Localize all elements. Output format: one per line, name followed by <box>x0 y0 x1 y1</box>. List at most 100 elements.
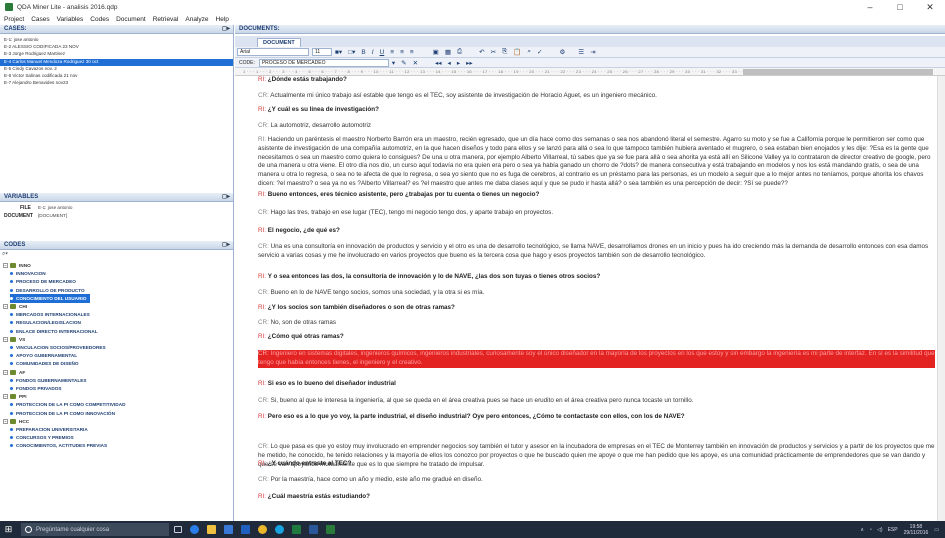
code-remove-icon[interactable]: ✕ <box>413 59 418 67</box>
italic-icon[interactable]: I <box>372 49 374 56</box>
interviewer-turn[interactable]: RI: Si eso es lo bueno del diseñador ind… <box>258 380 935 389</box>
collapse-icon[interactable]: − <box>3 336 8 342</box>
qdaminer-icon[interactable] <box>322 521 339 538</box>
skype-icon[interactable] <box>271 521 288 538</box>
underline-icon[interactable]: U <box>380 49 385 56</box>
find-icon[interactable]: ⌕ <box>527 48 531 56</box>
menu-analyze[interactable]: Analyze <box>185 16 208 23</box>
last-icon[interactable]: ▸▸ <box>466 59 473 67</box>
collapse-icon[interactable]: − <box>3 304 8 309</box>
respondent-turn[interactable]: CR: Si, bueno al que le interesa la inge… <box>258 397 935 406</box>
edge-icon[interactable] <box>186 521 203 538</box>
next-icon[interactable]: ▸ <box>457 59 460 67</box>
menu-variables[interactable]: Variables <box>57 16 84 23</box>
respondent-turn[interactable]: CR: Hago las tres, trabajo en ese lugar … <box>258 209 935 218</box>
word-icon[interactable] <box>305 521 322 538</box>
menu-codes[interactable]: Codes <box>90 16 109 23</box>
align-right-icon[interactable]: ≡ <box>410 49 414 56</box>
network-icon[interactable]: ◔ <box>869 527 872 533</box>
code-item[interactable]: CONOCIMIENTOS, ACTITUDES PREVIAS <box>10 441 107 450</box>
code-select[interactable]: PROCESO DE MERCADEO <box>258 58 389 67</box>
notifications-icon[interactable]: ▭ <box>934 527 939 533</box>
interviewer-turn[interactable]: RI: ¿Cuál maestría estás estudiando? <box>258 493 935 502</box>
interviewer-turn[interactable]: RI: ¿Y los socios son también diseñadore… <box>258 304 935 313</box>
interviewer-turn[interactable]: RI: Bueno entonces, eres técnico asisten… <box>258 191 935 200</box>
menu-help[interactable]: Help <box>216 16 229 23</box>
paste-icon[interactable]: 📋 <box>513 48 521 56</box>
interviewer-turn[interactable]: RI: ¿Dónde estás trabajando? <box>258 76 935 85</box>
tab-document[interactable]: DOCUMENT <box>257 38 301 47</box>
bold-icon[interactable]: B <box>361 49 365 56</box>
menu-document[interactable]: Document <box>116 16 146 23</box>
case-item[interactable]: E-4 Carlos Manuel Mendoza Rodriguez 30 o… <box>0 58 233 66</box>
interviewer-turn[interactable]: RI: Y o sea entonces las dos, la consult… <box>258 273 935 282</box>
case-item[interactable]: E-1: jose antonio <box>4 37 38 44</box>
interviewer-turn[interactable]: RI: ¿Y cuál es su línea de investigación… <box>258 106 935 115</box>
respondent-turn[interactable]: CR: Una es una consultoría en innovación… <box>258 243 935 261</box>
undo-icon[interactable]: ↶ <box>479 48 484 56</box>
document-text[interactable]: RI: ¿Dónde estás trabajando? CR: Actualme… <box>235 76 937 521</box>
align-center-icon[interactable]: ≡ <box>400 49 404 56</box>
pin-icon[interactable]: ◻▸ <box>222 193 230 202</box>
codes-search-icon[interactable]: ⌕▾ <box>2 251 8 258</box>
image-icon[interactable]: ▣ <box>433 48 439 56</box>
windows-start-icon[interactable]: ⊞ <box>0 521 17 538</box>
file-value[interactable]: E-1: jose antonio <box>38 205 72 210</box>
code-apply-icon[interactable]: ✎ <box>401 59 406 67</box>
interviewer-turn[interactable]: RI: ¿Cómo qué otras ramas? <box>258 333 935 342</box>
maximize-button[interactable]: □ <box>885 0 915 14</box>
font-size-select[interactable]: 11 <box>312 48 332 56</box>
copy-icon[interactable]: ⎘ <box>502 48 507 56</box>
chrome-icon[interactable] <box>254 521 271 538</box>
prev-icon[interactable]: ◂ <box>448 59 451 67</box>
menu-retrieval[interactable]: Retrieval <box>153 16 179 23</box>
language-indicator[interactable]: ESP <box>888 527 898 533</box>
respondent-turn[interactable]: CR: Bueno en lo de NAVE tengo socios, so… <box>258 289 935 298</box>
interviewer-turn[interactable]: RI: Pero eso es a lo que yo voy, la part… <box>258 413 935 422</box>
respondent-turn[interactable]: CR: La automotriz, desarrollo automotriz <box>258 122 935 131</box>
tray-arrow-icon[interactable]: ∧ <box>860 527 864 533</box>
cut-icon[interactable]: ✂ <box>491 48 496 56</box>
explorer-icon[interactable] <box>203 521 220 538</box>
store-icon[interactable] <box>220 521 237 538</box>
document-value[interactable]: [DOCUMENT] <box>38 213 67 218</box>
pin-icon[interactable]: ◻▸ <box>222 241 230 250</box>
interviewer-turn[interactable]: RI: El negocio, ¿de qué es? <box>258 227 935 236</box>
case-item[interactable]: E-2 ALESSIO CODIFICADA 23 NOV <box>4 44 79 51</box>
case-item[interactable]: E-6 Victor Salinas codificada 21 nov <box>4 73 77 80</box>
clock[interactable]: 19:58 29/11/2016 <box>904 524 929 536</box>
print-icon[interactable]: ⎙ <box>457 48 462 56</box>
close-button[interactable]: ✕ <box>915 0 945 14</box>
highlight-icon[interactable]: □▾ <box>348 48 355 56</box>
vertical-scrollbar[interactable] <box>937 76 945 521</box>
spell-icon[interactable]: ✓ <box>537 48 542 56</box>
first-icon[interactable]: ◂◂ <box>435 59 442 67</box>
collapse-icon[interactable]: − <box>3 418 8 424</box>
respondent-turn[interactable]: CR: Ingeniero en sistemas digitales, ing… <box>258 350 935 368</box>
menu-project[interactable]: Project <box>4 16 24 23</box>
settings-icon[interactable]: ⚙ <box>559 48 565 56</box>
respondent-turn[interactable]: CR: No, son de otras ramas <box>258 319 935 328</box>
text-color-icon[interactable]: ■▾ <box>335 48 342 56</box>
minimize-button[interactable]: – <box>855 0 885 14</box>
excel-icon[interactable] <box>288 521 305 538</box>
volume-icon[interactable]: ◁) <box>877 527 883 533</box>
respondent-turn[interactable]: CR: Por la maestría, hace como un año y … <box>258 476 935 485</box>
pin-icon[interactable]: ◻▸ <box>222 25 230 34</box>
code-dropdown-icon[interactable]: ▾ <box>392 59 395 67</box>
menu-cases[interactable]: Cases <box>31 16 49 23</box>
respondent-turn[interactable]: RI: Haciendo un paréntesis el maestro No… <box>258 136 935 189</box>
task-view-icon[interactable] <box>169 521 186 538</box>
taskbar-search[interactable]: Pregúntame cualquier cosa <box>21 523 169 536</box>
case-item[interactable]: E-5 Cindy Cavazos nov. 2 <box>4 66 57 73</box>
case-item[interactable]: E-3 Jorge Rodriguez Martinez <box>4 51 65 58</box>
collapse-icon[interactable]: − <box>3 369 8 375</box>
respondent-turn[interactable]: CR: Actualmente mi único trabajo así est… <box>258 92 935 101</box>
collapse-icon[interactable]: − <box>3 394 8 400</box>
table-icon[interactable]: ▦ <box>445 48 451 56</box>
align-left-icon[interactable]: ≡ <box>390 49 394 56</box>
font-select[interactable]: Arial <box>237 48 309 56</box>
collapse-icon[interactable]: − <box>3 263 8 268</box>
mail-icon[interactable] <box>237 521 254 538</box>
indent-icon[interactable]: ⇥ <box>590 48 595 56</box>
